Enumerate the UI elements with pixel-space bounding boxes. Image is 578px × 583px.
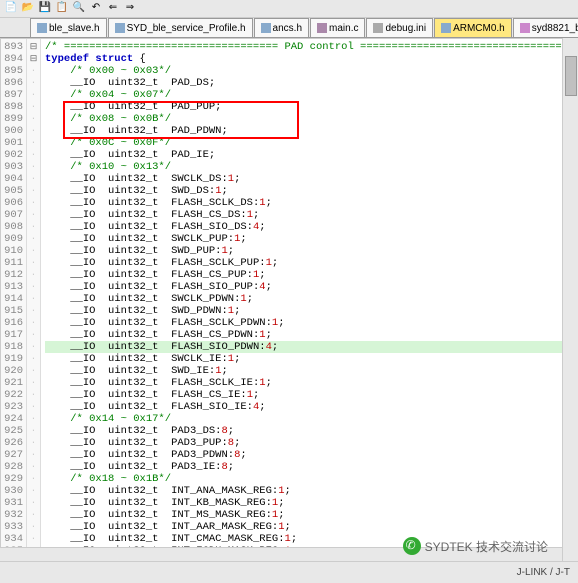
fold-gutter: ⊟⊟······································… — [27, 39, 41, 560]
tab-syd8821_band-sct[interactable]: syd8821_band.sct — [513, 18, 578, 37]
scrollbar-horizontal[interactable] — [0, 547, 562, 561]
status-bar: J-LINK / J-T — [0, 561, 578, 583]
code-line[interactable]: __IO uint32_t FLASH_SIO_DS:4; — [45, 221, 577, 233]
code-line[interactable]: __IO uint32_t PAD_DS; — [45, 77, 577, 89]
tab-bar: ble_slave.h SYD_ble_service_Profile.h ancs… — [0, 18, 578, 38]
code-line[interactable]: __IO uint32_t SWCLK_PDWN:1; — [45, 293, 577, 305]
code-area[interactable]: /* ================================== PA… — [41, 39, 577, 560]
tab-label: SYD_ble_service_Profile.h — [127, 23, 246, 34]
code-line[interactable]: __IO uint32_t FLASH_CS_DS:1; — [45, 209, 577, 221]
file-h-icon — [37, 23, 47, 33]
tool-undo-icon[interactable]: ↶ — [89, 2, 103, 16]
code-line[interactable]: __IO uint32_t INT_ANA_MASK_REG:1; — [45, 485, 577, 497]
code-line[interactable]: __IO uint32_t SWD_DS:1; — [45, 185, 577, 197]
code-line[interactable]: __IO uint32_t SWCLK_IE:1; — [45, 353, 577, 365]
code-line[interactable]: __IO uint32_t FLASH_CS_IE:1; — [45, 389, 577, 401]
scrollbar-vertical[interactable] — [562, 38, 578, 561]
code-line[interactable]: __IO uint32_t INT_MS_MASK_REG:1; — [45, 509, 577, 521]
tab-debug-ini[interactable]: debug.ini — [366, 18, 433, 37]
tab-ble_slave-h[interactable]: ble_slave.h — [30, 18, 107, 37]
tab-label: debug.ini — [385, 23, 426, 34]
tool-open-icon[interactable]: 📂 — [21, 2, 35, 16]
code-line[interactable]: /* 0x08 ~ 0x0B*/ — [45, 113, 577, 125]
file-h-icon — [115, 23, 125, 33]
code-line[interactable]: typedef struct { — [45, 53, 577, 65]
tool-save-icon[interactable]: 💾 — [38, 2, 52, 16]
file-sct-icon — [520, 23, 530, 33]
code-line[interactable]: __IO uint32_t FLASH_SCLK_PDWN:1; — [45, 317, 577, 329]
code-line[interactable]: __IO uint32_t PAD_IE; — [45, 149, 577, 161]
tab-ARMCM0-h[interactable]: ARMCM0.h — [434, 18, 512, 37]
code-line[interactable]: __IO uint32_t INT_AAR_MASK_REG:1; — [45, 521, 577, 533]
scrollbar-thumb[interactable] — [565, 56, 577, 96]
file-h-icon — [441, 23, 451, 33]
code-line[interactable]: /* ================================== PA… — [45, 41, 577, 53]
code-line[interactable]: /* 0x04 ~ 0x07*/ — [45, 89, 577, 101]
tab-label: ARMCM0.h — [453, 23, 505, 34]
file-ini-icon — [373, 23, 383, 33]
file-c-icon — [317, 23, 327, 33]
tool-back-icon[interactable]: ⇐ — [106, 2, 120, 16]
status-right: J-LINK / J-T — [517, 567, 570, 578]
code-line[interactable]: __IO uint32_t PAD_PDWN; — [45, 125, 577, 137]
code-line[interactable]: __IO uint32_t SWD_PUP:1; — [45, 245, 577, 257]
code-line[interactable]: __IO uint32_t FLASH_SIO_IE:4; — [45, 401, 577, 413]
code-line[interactable]: __IO uint32_t FLASH_CS_PDWN:1; — [45, 329, 577, 341]
tool-new-icon[interactable]: 📄 — [4, 2, 18, 16]
line-gutter: 8938948958968978988999009019029039049059… — [1, 39, 27, 560]
code-line[interactable]: __IO uint32_t INT_CMAC_MASK_REG:1; — [45, 533, 577, 545]
tab-ancs-h[interactable]: ancs.h — [254, 18, 309, 37]
tool-copy-icon[interactable]: 📋 — [55, 2, 69, 16]
code-line[interactable]: __IO uint32_t SWD_IE:1; — [45, 365, 577, 377]
code-line[interactable]: __IO uint32_t FLASH_SIO_PDWN:4; — [45, 341, 577, 353]
code-line[interactable]: __IO uint32_t FLASH_SCLK_PUP:1; — [45, 257, 577, 269]
tab-main-c[interactable]: main.c — [310, 18, 365, 37]
code-line[interactable]: __IO uint32_t FLASH_SCLK_DS:1; — [45, 197, 577, 209]
code-line[interactable]: /* 0x10 ~ 0x13*/ — [45, 161, 577, 173]
code-line[interactable]: /* 0x0C ~ 0x0F*/ — [45, 137, 577, 149]
code-line[interactable]: __IO uint32_t PAD3_DS:8; — [45, 425, 577, 437]
code-line[interactable]: __IO uint32_t FLASH_SIO_PUP:4; — [45, 281, 577, 293]
code-editor: 8938948958968978988999009019029039049059… — [0, 38, 578, 561]
code-line[interactable]: /* 0x00 ~ 0x03*/ — [45, 65, 577, 77]
tab-SYD_ble_service_Profile-h[interactable]: SYD_ble_service_Profile.h — [108, 18, 253, 37]
code-line[interactable]: __IO uint32_t FLASH_CS_PUP:1; — [45, 269, 577, 281]
code-line[interactable]: __IO uint32_t PAD3_PUP:8; — [45, 437, 577, 449]
tab-label: main.c — [329, 23, 358, 34]
file-h-icon — [261, 23, 271, 33]
code-line[interactable]: __IO uint32_t PAD3_PDWN:8; — [45, 449, 577, 461]
tool-find-icon[interactable]: 🔍 — [72, 2, 86, 16]
code-line[interactable]: __IO uint32_t SWCLK_DS:1; — [45, 173, 577, 185]
code-line[interactable]: /* 0x18 ~ 0x1B*/ — [45, 473, 577, 485]
code-line[interactable]: __IO uint32_t PAD3_IE:8; — [45, 461, 577, 473]
code-line[interactable]: __IO uint32_t SWD_PDWN:1; — [45, 305, 577, 317]
code-line[interactable]: __IO uint32_t FLASH_SCLK_IE:1; — [45, 377, 577, 389]
tab-label: ble_slave.h — [49, 23, 100, 34]
code-line[interactable]: __IO uint32_t SWCLK_PUP:1; — [45, 233, 577, 245]
toolbar: 📄 📂 💾 📋 🔍 ↶ ⇐ ⇒ — [0, 0, 578, 18]
tab-label: syd8821_band.sct — [532, 23, 578, 34]
tool-fwd-icon[interactable]: ⇒ — [123, 2, 137, 16]
tab-label: ancs.h — [273, 23, 302, 34]
code-line[interactable]: /* 0x14 ~ 0x17*/ — [45, 413, 577, 425]
code-line[interactable]: __IO uint32_t INT_KB_MASK_REG:1; — [45, 497, 577, 509]
code-line[interactable]: __IO uint32_t PAD_PUP; — [45, 101, 577, 113]
